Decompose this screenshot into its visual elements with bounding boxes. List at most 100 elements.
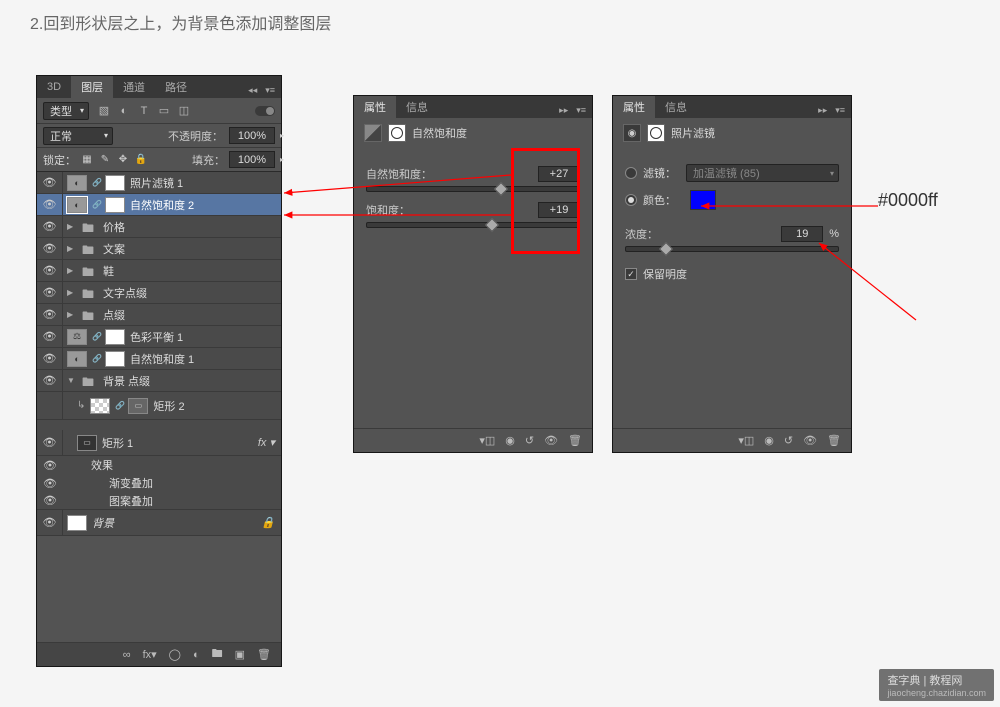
filter-type-icon[interactable]: T — [137, 104, 151, 118]
visibility-toggle[interactable]: 👁 — [37, 370, 63, 391]
slider-knob[interactable] — [659, 242, 673, 256]
eye-icon[interactable]: 👁 — [544, 434, 558, 447]
lock-transparent-icon[interactable]: ▦ — [80, 153, 94, 167]
visibility-toggle[interactable]: 👁 — [37, 326, 63, 347]
trash-icon[interactable]: 🗑 — [257, 648, 271, 661]
reset-icon[interactable]: ↺ — [784, 434, 793, 447]
collapse-icon[interactable]: ◂◂ — [246, 83, 259, 98]
layer-effect-gradient[interactable]: 👁渐变叠加 — [37, 474, 281, 492]
layer-folder-text-deco[interactable]: 👁▶🖿文字点缀 — [37, 282, 281, 304]
layer-rect-2[interactable]: ↳🔗▭矩形 2 — [37, 392, 281, 420]
filter-pixel-icon[interactable]: ▧ — [97, 104, 111, 118]
density-value[interactable]: 19 — [781, 226, 823, 242]
color-radio[interactable] — [625, 194, 637, 206]
filter-type-select[interactable]: 类型 — [43, 102, 89, 120]
link-layers-icon[interactable]: ∞ — [123, 649, 131, 661]
clip-icon[interactable]: ▾◫ — [479, 434, 495, 447]
filter-shape-icon[interactable]: ▭ — [157, 104, 171, 118]
prev-icon[interactable]: ◉ — [764, 434, 774, 447]
tab-channels[interactable]: 通道 — [113, 76, 155, 98]
tab-info[interactable]: 信息 — [655, 96, 697, 118]
color-swatch[interactable] — [690, 190, 716, 210]
lock-position-icon[interactable]: ✥ — [116, 153, 130, 167]
prev-icon[interactable]: ◉ — [505, 434, 515, 447]
tab-info[interactable]: 信息 — [396, 96, 438, 118]
prop-bottom-bar: ▾◫ ◉ ↺ 👁 🗑 — [613, 428, 851, 452]
layer-vibrance-1[interactable]: 👁◐🔗自然饱和度 1 — [37, 348, 281, 370]
filter-toggle[interactable] — [255, 106, 275, 116]
disclosure-icon[interactable]: ▶ — [67, 244, 77, 253]
visibility-toggle[interactable]: 👁 — [37, 260, 63, 281]
group-icon[interactable]: 🖿 — [212, 645, 223, 664]
layer-name: 矩形 2 — [153, 398, 184, 414]
trash-icon[interactable]: 🗑 — [827, 434, 841, 447]
visibility-toggle[interactable]: 👁 — [37, 194, 63, 215]
panel-menu-icon[interactable]: ▾≡ — [833, 103, 847, 118]
lock-all-icon[interactable]: 🔒 — [134, 153, 148, 167]
blend-mode-select[interactable]: 正常 — [43, 127, 113, 145]
clip-icon[interactable]: ▾◫ — [738, 434, 754, 447]
preserve-checkbox[interactable]: ✓ — [625, 268, 637, 280]
layer-background[interactable]: 👁背景🔒 — [37, 510, 281, 536]
visibility-toggle[interactable]: 👁 — [37, 474, 63, 492]
visibility-toggle[interactable] — [37, 392, 63, 419]
slider-knob[interactable] — [485, 218, 499, 232]
collapse-icon[interactable]: ▸▸ — [557, 103, 570, 118]
layer-photo-filter-1[interactable]: 👁 ◐🔗照片滤镜 1 — [37, 172, 281, 194]
visibility-toggle[interactable]: 👁 — [37, 510, 63, 535]
visibility-toggle[interactable]: 👁 — [37, 348, 63, 369]
opacity-value[interactable]: 100% — [229, 127, 275, 144]
new-layer-icon[interactable]: ▣ — [235, 648, 245, 661]
fill-value[interactable]: 100% — [229, 151, 275, 168]
filter-smart-icon[interactable]: ◫ — [177, 104, 191, 118]
collapse-icon[interactable]: ▸▸ — [816, 103, 829, 118]
disclosure-icon[interactable]: ▼ — [67, 376, 77, 385]
mask-icon[interactable]: ◯ — [169, 648, 181, 661]
layer-vibrance-2[interactable]: 👁 ◐🔗自然饱和度 2 — [37, 194, 281, 216]
layer-folder-price[interactable]: 👁▶🖿价格 — [37, 216, 281, 238]
visibility-toggle[interactable]: 👁 — [37, 216, 63, 237]
visibility-toggle[interactable]: 👁 — [37, 282, 63, 303]
visibility-toggle[interactable]: 👁 — [37, 456, 63, 474]
visibility-toggle[interactable]: 👁 — [37, 238, 63, 259]
filter-adjust-icon[interactable]: ◐ — [117, 104, 131, 118]
layer-folder-copy[interactable]: 👁▶🖿文案 — [37, 238, 281, 260]
photofilter-icon: ◉ — [623, 124, 641, 142]
disclosure-icon[interactable]: ▶ — [67, 310, 77, 319]
disclosure-icon[interactable]: ▶ — [67, 222, 77, 231]
eye-icon[interactable]: 👁 — [803, 434, 817, 447]
visibility-toggle[interactable]: 👁 — [37, 304, 63, 325]
layer-color-balance-1[interactable]: 👁⚖🔗色彩平衡 1 — [37, 326, 281, 348]
fx-menu-icon[interactable]: fx▾ — [143, 648, 157, 661]
visibility-toggle[interactable]: 👁 — [37, 492, 63, 509]
panel-menu-icon[interactable]: ▾≡ — [574, 103, 588, 118]
disclosure-icon[interactable]: ▶ — [67, 266, 77, 275]
tab-properties[interactable]: 属性 — [613, 96, 655, 118]
density-slider[interactable] — [625, 246, 839, 252]
layer-effect-pattern[interactable]: 👁图案叠加 — [37, 492, 281, 510]
filter-radio[interactable] — [625, 167, 637, 179]
filter-preset-select[interactable]: 加温滤镜 (85) — [686, 164, 839, 182]
layer-folder-shoe[interactable]: 👁▶🖿鞋 — [37, 260, 281, 282]
mask-icon[interactable] — [388, 124, 406, 142]
tab-3d[interactable]: 3D — [37, 76, 71, 98]
fx-indicator[interactable]: fx ▾ — [258, 436, 275, 449]
visibility-toggle[interactable]: 👁 — [37, 172, 63, 193]
layer-folder-deco[interactable]: 👁▶🖿点缀 — [37, 304, 281, 326]
reset-icon[interactable]: ↺ — [525, 434, 534, 447]
panel-menu-icon[interactable]: ▾≡ — [263, 83, 277, 98]
lock-paint-icon[interactable]: ✎ — [98, 153, 112, 167]
mask-icon[interactable] — [647, 124, 665, 142]
layer-effects-head[interactable]: 👁效果 — [37, 456, 281, 474]
layer-name: 文字点缀 — [103, 285, 147, 301]
trash-icon[interactable]: 🗑 — [568, 434, 582, 447]
adjustment-icon[interactable]: ◐ — [193, 649, 200, 661]
tab-paths[interactable]: 路径 — [155, 76, 197, 98]
disclosure-icon[interactable]: ▶ — [67, 288, 77, 297]
layer-folder-bg-deco[interactable]: 👁▼🖿背景 点缀 — [37, 370, 281, 392]
tab-layers[interactable]: 图层 — [71, 76, 113, 98]
slider-knob[interactable] — [493, 182, 507, 196]
tab-properties[interactable]: 属性 — [354, 96, 396, 118]
visibility-toggle[interactable]: 👁 — [37, 430, 63, 455]
layer-rect-1[interactable]: 👁▭矩形 1fx ▾ — [37, 430, 281, 456]
